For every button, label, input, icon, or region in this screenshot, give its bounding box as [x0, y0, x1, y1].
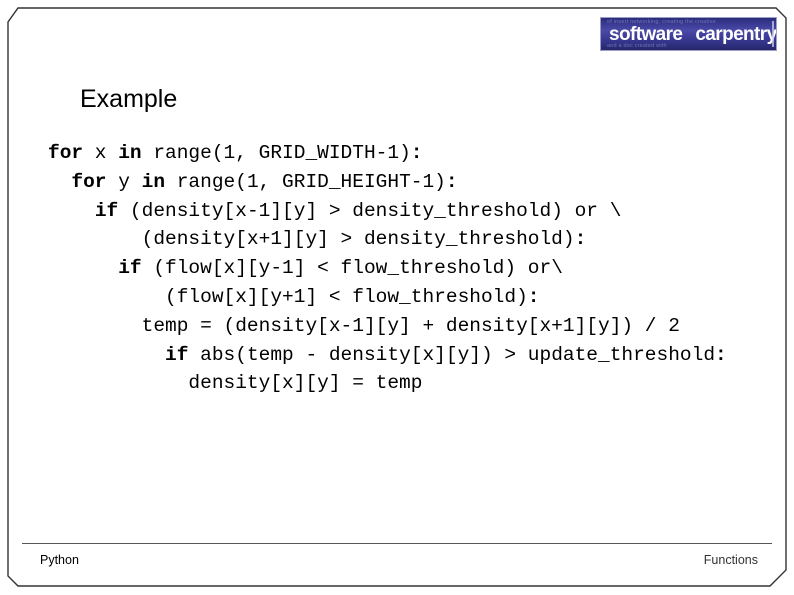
page-title: Example [80, 85, 178, 113]
code-text: abs(temp - density[x][y]) > update_thres… [188, 343, 716, 366]
code-text: y [106, 170, 142, 193]
code-keyword: in [118, 142, 142, 164]
code-keyword: : [410, 142, 423, 164]
code-text: x [83, 142, 119, 164]
footer-label-left: Python [40, 553, 79, 567]
code-keyword: : [527, 285, 540, 308]
code-line: temp = (density[x-1][y] + density[x+1][y… [48, 312, 794, 341]
code-text: temp = (density[x-1][y] + density[x+1][y… [48, 314, 680, 337]
code-keyword: in [141, 170, 166, 193]
code-line: (flow[x][y+1] < flow_threshold): [48, 283, 794, 312]
code-text: (flow[x][y-1] < flow_threshold) or\ [141, 257, 563, 280]
code-keyword: : [574, 228, 587, 251]
logo-wordmark: software carpentry [601, 24, 776, 44]
code-line: if abs(temp - density[x][y]) > update_th… [48, 341, 794, 370]
code-text: range(1, GRID_WIDTH-1) [141, 142, 411, 164]
code-text: density[x][y] = temp [48, 372, 423, 395]
slide: of insert networking, creating the creat… [0, 0, 794, 595]
code-keyword: for [71, 170, 107, 193]
code-keyword: if [118, 257, 142, 280]
code-keyword: : [445, 170, 458, 193]
logo-word-carpentry: carpentry [695, 23, 777, 45]
code-text: (flow[x][y+1] < flow_threshold) [48, 285, 528, 308]
code-keyword: : [715, 343, 727, 366]
code-line: for x in range(1, GRID_WIDTH-1): [48, 139, 794, 168]
logo-ghost-text-bottom: and a doc created with [607, 42, 667, 49]
code-keyword: if [94, 199, 119, 222]
footer-divider [22, 543, 772, 544]
code-block: for x in range(1, GRID_WIDTH-1): for y i… [48, 139, 794, 398]
code-line: if (density[x-1][y] > density_threshold)… [48, 197, 794, 226]
logo-edge-mark [772, 21, 774, 47]
code-line: density[x][y] = temp [48, 369, 794, 398]
footer-label-right: Functions [703, 553, 758, 567]
code-text: range(1, GRID_HEIGHT-1) [165, 170, 446, 193]
code-keyword: for [48, 142, 84, 164]
code-line: (density[x+1][y] > density_threshold): [48, 225, 794, 254]
code-line: if (flow[x][y-1] < flow_threshold) or\ [48, 254, 794, 283]
code-line: for y in range(1, GRID_HEIGHT-1): [48, 168, 794, 197]
code-keyword: if [165, 343, 189, 366]
code-text: (density[x-1][y] > density_threshold) or… [118, 199, 622, 222]
software-carpentry-logo: of insert networking, creating the creat… [600, 17, 777, 51]
logo-word-software: software [609, 23, 683, 45]
code-text: (density[x+1][y] > density_threshold) [48, 228, 575, 251]
